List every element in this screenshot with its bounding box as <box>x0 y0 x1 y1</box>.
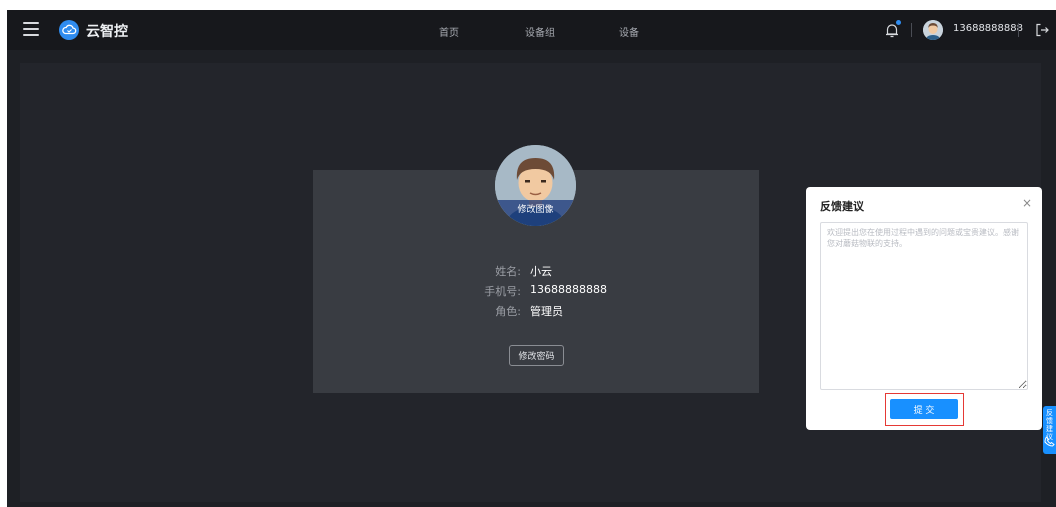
notification-dot <box>896 20 901 25</box>
profile-field-role: 角色: 管理员 <box>313 303 759 319</box>
feedback-title: 反馈建议 <box>820 200 864 213</box>
divider <box>1018 23 1019 37</box>
divider <box>911 23 912 37</box>
field-value: 小云 <box>530 265 552 278</box>
close-icon[interactable]: × <box>1022 196 1032 210</box>
top-navigation-bar: 云智控 首页 设备组 设备 13688888888 <box>7 10 1056 50</box>
nav-devices[interactable]: 设备 <box>619 24 639 39</box>
user-avatar[interactable] <box>923 20 943 40</box>
phone-icon <box>1044 432 1055 447</box>
submit-button[interactable]: 提 交 <box>890 399 958 419</box>
field-value: 管理员 <box>530 305 563 318</box>
profile-field-name: 姓名: 小云 <box>313 263 759 279</box>
nav-home[interactable]: 首页 <box>439 24 459 39</box>
profile-avatar[interactable]: 修改图像 <box>495 145 576 226</box>
submit-highlight: 提 交 <box>885 393 964 426</box>
menu-icon[interactable] <box>23 22 39 36</box>
feedback-input[interactable] <box>820 222 1028 390</box>
nav-device-groups[interactable]: 设备组 <box>525 24 555 39</box>
cloud-logo-icon <box>59 20 79 40</box>
profile-field-phone: 手机号: 13688888888 <box>313 283 759 299</box>
app-name: 云智控 <box>86 24 128 40</box>
field-value: 13688888888 <box>530 283 607 296</box>
feedback-side-tab[interactable]: 反馈建议 <box>1043 406 1056 454</box>
field-label: 姓名: <box>495 265 521 278</box>
change-password-button[interactable]: 修改密码 <box>509 345 564 366</box>
field-label: 角色: <box>495 305 521 318</box>
change-avatar-button[interactable]: 修改图像 <box>495 200 576 226</box>
feedback-panel: 反馈建议 × 提 交 <box>806 187 1042 430</box>
username[interactable]: 13688888888 <box>953 23 1023 34</box>
field-label: 手机号: <box>484 285 521 298</box>
logout-icon[interactable] <box>1034 22 1050 38</box>
